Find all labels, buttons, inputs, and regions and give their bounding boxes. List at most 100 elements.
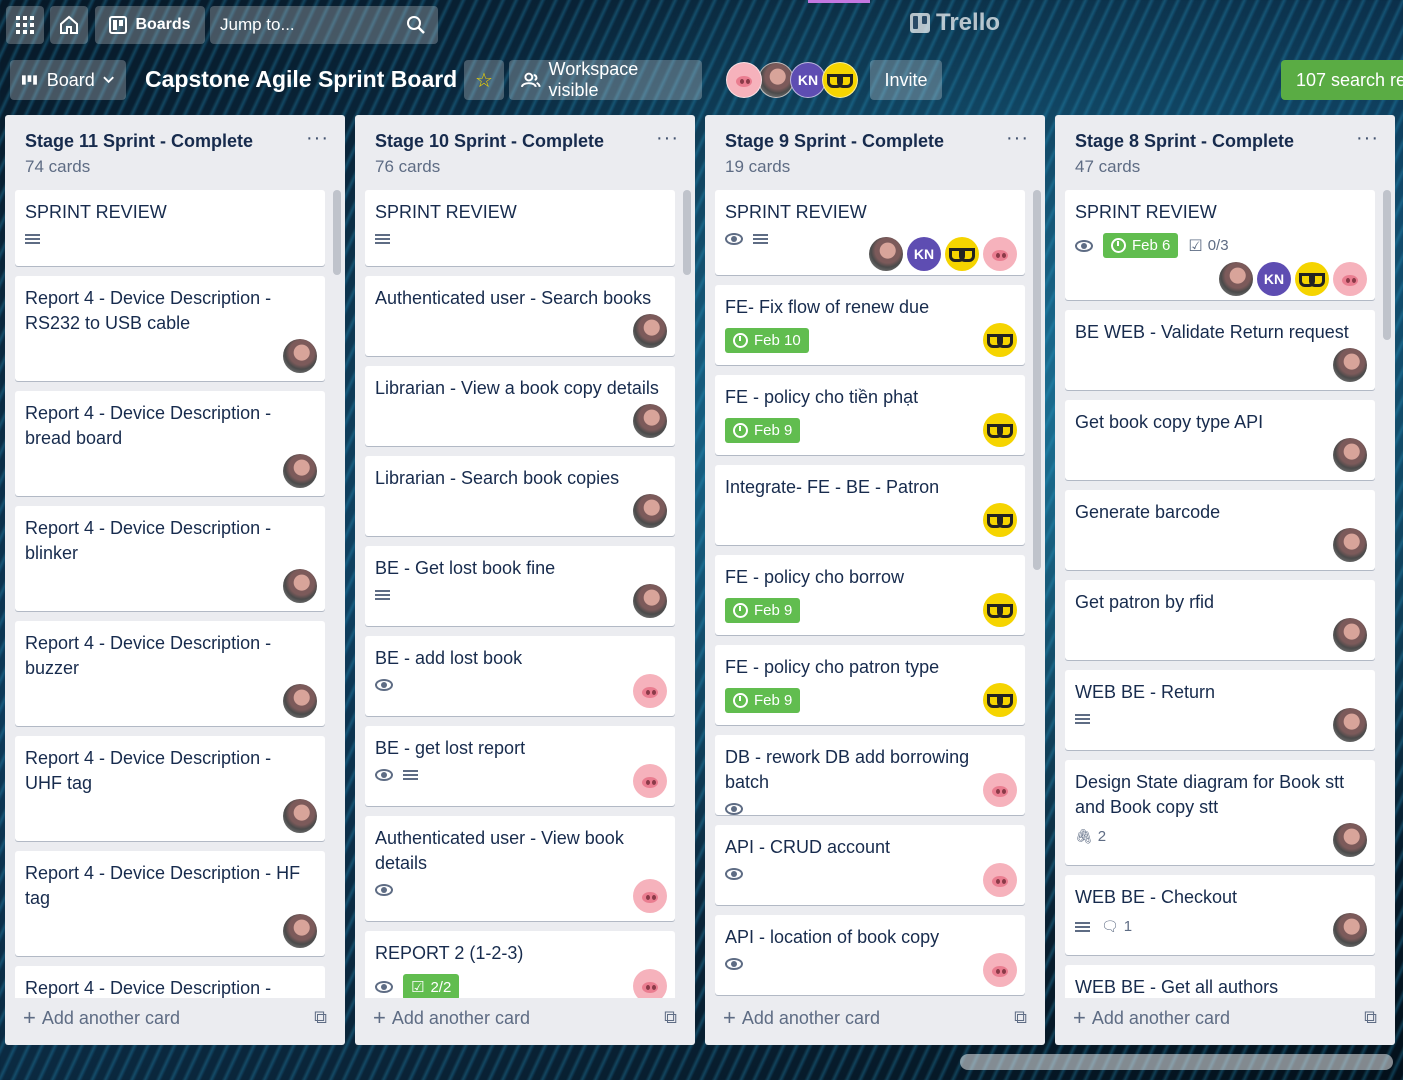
boards-button[interactable]: Boards — [95, 6, 205, 44]
member-avatar[interactable] — [945, 237, 979, 271]
due-date-badge[interactable]: Feb 6 — [1103, 233, 1179, 258]
card[interactable]: Authenticated user - Search books — [365, 276, 675, 356]
due-date-badge[interactable]: Feb 10 — [725, 328, 809, 353]
card[interactable]: Report 4 - Device Description - buzzer — [15, 621, 325, 726]
card[interactable]: DB - rework DB add borrowing batch — [715, 735, 1025, 815]
member-avatar[interactable]: KN — [790, 62, 826, 98]
list-scrollbar-thumb[interactable] — [1383, 190, 1391, 340]
list-menu-icon[interactable]: ··· — [1356, 127, 1379, 150]
card[interactable]: Report 4 - Device Description - RS232 to… — [15, 276, 325, 381]
list-scrollbar[interactable] — [1383, 190, 1391, 998]
star-board-button[interactable]: ☆ — [464, 60, 504, 100]
due-date-badge[interactable]: Feb 9 — [725, 598, 801, 623]
member-avatar[interactable] — [1333, 913, 1367, 947]
list-scrollbar-thumb[interactable] — [333, 190, 341, 275]
invite-button[interactable]: Invite — [870, 60, 942, 100]
member-avatar[interactable] — [633, 764, 667, 798]
card[interactable]: Design State diagram for Book stt and Bo… — [1065, 760, 1375, 865]
app-switcher-button[interactable] — [6, 6, 44, 44]
member-avatar[interactable] — [1333, 262, 1367, 296]
member-avatar[interactable] — [1333, 348, 1367, 382]
add-card-button[interactable]: + Add another card ⧉ — [373, 1003, 677, 1033]
member-avatar[interactable] — [983, 953, 1017, 987]
card[interactable]: BE WEB - Validate Return request — [1065, 310, 1375, 390]
card[interactable]: Get book copy type API — [1065, 400, 1375, 480]
card-template-icon[interactable]: ⧉ — [664, 1007, 677, 1028]
card[interactable]: BE - add lost book — [365, 636, 675, 716]
list-scrollbar-thumb[interactable] — [683, 190, 691, 275]
list-title[interactable]: Stage 10 Sprint - Complete — [375, 131, 604, 152]
member-avatar[interactable] — [283, 914, 317, 948]
jump-search-input[interactable]: Jump to... — [210, 6, 438, 44]
board-title[interactable]: Capstone Agile Sprint Board — [145, 66, 457, 93]
member-avatar[interactable] — [283, 454, 317, 488]
member-avatar[interactable] — [1219, 262, 1253, 296]
list-scrollbar[interactable] — [1033, 190, 1041, 998]
list-scrollbar-thumb[interactable] — [1033, 190, 1041, 570]
member-avatar[interactable] — [1333, 528, 1367, 562]
add-card-button[interactable]: + Add another card ⧉ — [23, 1003, 327, 1033]
member-avatar[interactable] — [983, 413, 1017, 447]
card[interactable]: Librarian - Search book copies — [365, 456, 675, 536]
list-menu-icon[interactable]: ··· — [656, 127, 679, 150]
list-menu-icon[interactable]: ··· — [1006, 127, 1029, 150]
card[interactable]: BE - get lost report — [365, 726, 675, 806]
card[interactable]: SPRINT REVIEW KN — [715, 190, 1025, 275]
member-avatar[interactable] — [633, 314, 667, 348]
member-avatar[interactable] — [1333, 618, 1367, 652]
card[interactable]: REPORT 2 (1-2-3) ☑ 2/2 — [365, 931, 675, 998]
card[interactable]: WEB BE - Return — [1065, 670, 1375, 750]
member-avatar[interactable]: KN — [907, 237, 941, 271]
card-template-icon[interactable]: ⧉ — [1364, 1007, 1377, 1028]
member-avatar[interactable]: KN — [1257, 262, 1291, 296]
card[interactable]: Get patron by rfid — [1065, 580, 1375, 660]
member-avatar[interactable] — [283, 569, 317, 603]
list-menu-icon[interactable]: ··· — [306, 127, 329, 150]
card[interactable]: SPRINT REVIEW — [365, 190, 675, 266]
card[interactable]: Report 4 - Device Description - — [15, 966, 325, 998]
member-avatar[interactable] — [1333, 708, 1367, 742]
card[interactable]: Report 4 - Device Description - bread bo… — [15, 391, 325, 496]
card[interactable]: SPRINT REVIEW Feb 6 ☑ 0/3 KN — [1065, 190, 1375, 300]
board-view-switcher[interactable]: Board — [10, 60, 126, 100]
trello-logo[interactable]: Trello — [910, 9, 1000, 37]
card[interactable]: Report 4 - Device Description - UHF tag — [15, 736, 325, 841]
member-avatar[interactable] — [983, 863, 1017, 897]
due-date-badge[interactable]: Feb 9 — [725, 418, 801, 443]
due-date-badge[interactable]: Feb 9 — [725, 688, 801, 713]
member-avatar[interactable] — [822, 62, 858, 98]
card[interactable]: FE - policy cho borrow Feb 9 — [715, 555, 1025, 635]
card[interactable]: FE- Fix flow of renew due Feb 10 — [715, 285, 1025, 365]
card[interactable]: FE - policy cho tiền phạt Feb 9 — [715, 375, 1025, 455]
member-avatar[interactable] — [983, 683, 1017, 717]
card-template-icon[interactable]: ⧉ — [314, 1007, 327, 1028]
member-avatar[interactable] — [1333, 438, 1367, 472]
member-avatar[interactable] — [633, 674, 667, 708]
member-avatar[interactable] — [726, 62, 762, 98]
member-avatar[interactable] — [1295, 262, 1329, 296]
member-avatar[interactable] — [633, 969, 667, 998]
card[interactable]: Report 4 - Device Description - blinker — [15, 506, 325, 611]
card[interactable]: Integrate- FE - BE - Patron — [715, 465, 1025, 545]
member-avatar[interactable] — [983, 503, 1017, 537]
member-avatar[interactable] — [983, 593, 1017, 627]
card[interactable]: WEB BE - Get all authors — [1065, 965, 1375, 998]
member-avatar[interactable] — [1333, 823, 1367, 857]
member-avatar[interactable] — [633, 494, 667, 528]
search-results-button[interactable]: 107 search res — [1281, 60, 1403, 100]
card[interactable]: BE - Get lost book fine — [365, 546, 675, 626]
add-card-button[interactable]: + Add another card ⧉ — [723, 1003, 1027, 1033]
card[interactable]: API - location of book copy — [715, 915, 1025, 995]
member-avatar[interactable] — [869, 237, 903, 271]
list-scrollbar[interactable] — [333, 190, 341, 998]
member-avatar[interactable] — [633, 879, 667, 913]
list-scrollbar[interactable] — [683, 190, 691, 998]
member-avatar[interactable] — [983, 237, 1017, 271]
card[interactable]: Authenticated user - View book details — [365, 816, 675, 921]
card[interactable]: SPRINT REVIEW — [15, 190, 325, 266]
member-avatar[interactable] — [283, 799, 317, 833]
list-title[interactable]: Stage 11 Sprint - Complete — [25, 131, 253, 152]
member-avatar[interactable] — [983, 773, 1017, 807]
member-avatar[interactable] — [283, 684, 317, 718]
list-title[interactable]: Stage 9 Sprint - Complete — [725, 131, 944, 152]
